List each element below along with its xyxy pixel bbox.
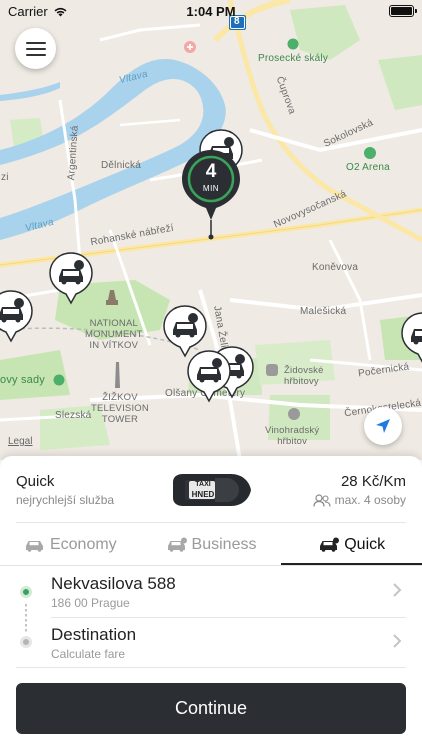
- map-label-delnicka: Dělnická: [101, 160, 141, 171]
- battery-icon: [389, 5, 417, 17]
- map-legal-link[interactable]: Legal: [8, 436, 32, 447]
- map-view[interactable]: 8 Prosecké skály Vltava Čuprova Argentin…: [0, 0, 422, 460]
- chevron-right-icon: [393, 634, 402, 648]
- location-arrow-icon: [376, 419, 390, 433]
- tab-economy-label: Economy: [49, 536, 117, 553]
- map-label-zizkov-tower: ŽIŽKOV TELEVISION TOWER: [91, 392, 149, 425]
- chevron-right-icon: [393, 583, 402, 597]
- taxi-pin[interactable]: [400, 310, 422, 366]
- service-name: Quick: [16, 473, 55, 490]
- map-label-slezska: Slezská: [55, 410, 92, 421]
- booking-sheet: Quick nejrychlejší služba TAXI HNED 28 K…: [0, 456, 422, 750]
- taxi-car-image: TAXI HNED: [169, 470, 253, 515]
- taxi-pin[interactable]: [48, 250, 94, 306]
- map-label-vinohradsky-hrbitov: Vinohradský hřbitov: [265, 425, 320, 447]
- taxi-pin-icon: [49, 252, 93, 305]
- destination-dot-icon: [20, 636, 32, 648]
- car-sign-line1: TAXI: [195, 481, 211, 488]
- taxi-car-quick-icon: [320, 537, 340, 552]
- map-label-konevova: Koněvova: [312, 262, 359, 273]
- map-label-national-monument: NATIONAL MONUMENT IN VÍTKOV: [85, 318, 143, 351]
- tab-business[interactable]: Business: [141, 524, 282, 566]
- map-label-riegrovy-sady: ovy sady: [0, 374, 46, 386]
- price-per-km: 28 Kč/Km: [340, 473, 406, 490]
- menu-button[interactable]: [15, 28, 56, 69]
- status-bar: Carrier 1:04 PM: [0, 0, 422, 22]
- divider: [16, 667, 406, 668]
- eta-value: 4: [205, 161, 217, 182]
- continue-button[interactable]: Continue: [16, 683, 406, 734]
- map-label-malesicka: Malešická: [300, 306, 347, 317]
- tab-business-label: Business: [191, 536, 257, 553]
- hamburger-icon-line: [25, 41, 46, 44]
- map-label-edge: zi: [1, 172, 9, 183]
- route-panel: Nekvasilova 588 186 00 Prague Destinatio…: [0, 567, 422, 667]
- tabs-divider: [0, 565, 422, 566]
- destination-hint: Calculate fare: [51, 647, 126, 661]
- pickup-city: 186 00 Prague: [51, 596, 130, 610]
- map-label-zidovske-hrbitovy: Židovské hřbitovy: [284, 365, 324, 387]
- hamburger-icon-line: [25, 47, 46, 50]
- locate-me-button[interactable]: [364, 407, 402, 445]
- map-label-o2-arena: O2 Arena: [346, 162, 390, 173]
- carrier-label: Carrier: [8, 3, 48, 19]
- taxi-pin-icon: [401, 312, 422, 363]
- destination-row[interactable]: Destination Calculate fare: [0, 618, 422, 668]
- divider: [16, 522, 406, 523]
- destination-title: Destination: [51, 625, 137, 644]
- capacity-info: max. 4 osoby: [313, 493, 406, 507]
- pickup-address: Nekvasilova 588: [51, 574, 176, 593]
- wifi-icon: [54, 7, 67, 16]
- service-tabs: Economy Business Quick: [0, 524, 422, 566]
- taxi-pin-icon: [0, 290, 33, 343]
- tab-economy[interactable]: Economy: [0, 524, 141, 566]
- status-left: Carrier: [8, 4, 68, 19]
- eta-unit: MIN: [202, 184, 220, 193]
- passengers-icon: [313, 493, 331, 507]
- service-summary: Quick nejrychlejší služba TAXI HNED 28 K…: [0, 456, 422, 522]
- taxi-pin[interactable]: [0, 288, 34, 344]
- taxi-pin[interactable]: [186, 348, 232, 404]
- tab-quick[interactable]: Quick: [281, 524, 422, 566]
- service-description: nejrychlejší služba: [16, 493, 115, 507]
- taxi-pin-icon: [187, 350, 231, 403]
- hamburger-icon-line: [25, 53, 46, 56]
- taxi-car-icon: [25, 541, 43, 552]
- pickup-dot-icon: [20, 586, 32, 598]
- taxi-car-business-icon: [167, 537, 187, 552]
- tab-quick-label: Quick: [344, 536, 386, 553]
- eta-pin[interactable]: 4 MIN: [180, 148, 242, 240]
- car-sign-line2: HNED: [191, 490, 215, 499]
- map-label-prosecke-skaly: Prosecké skály: [258, 53, 329, 64]
- pickup-row[interactable]: Nekvasilova 588 186 00 Prague: [0, 567, 422, 617]
- capacity-label: max. 4 osoby: [334, 493, 406, 507]
